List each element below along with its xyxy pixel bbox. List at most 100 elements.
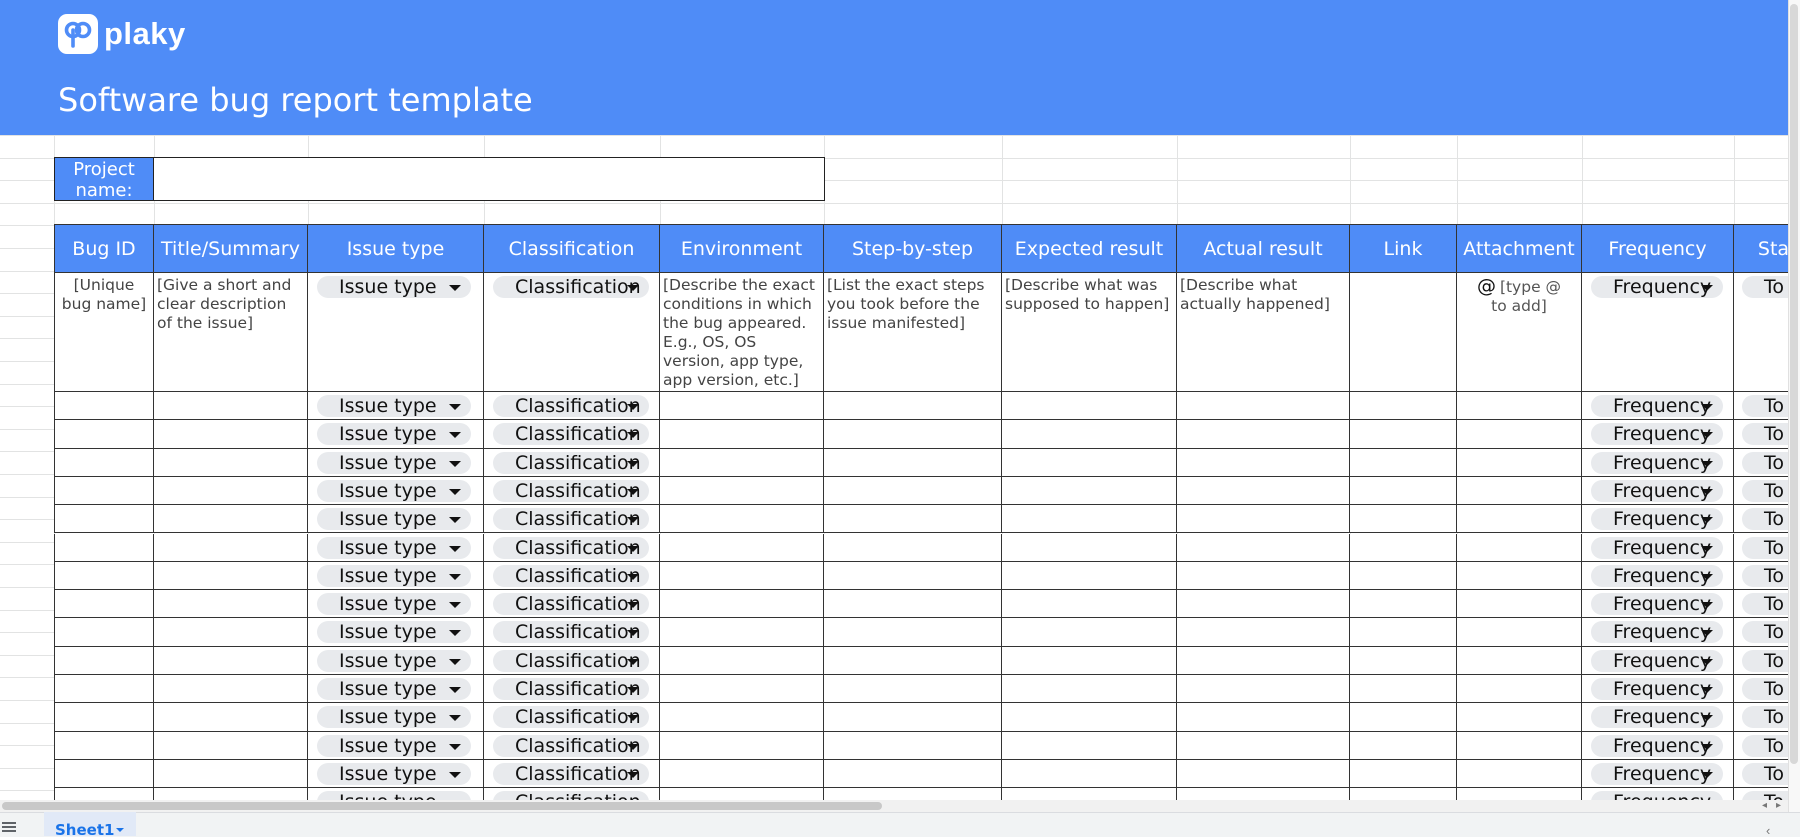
chevron-down-icon[interactable] (116, 828, 124, 832)
cell-link[interactable] (1350, 590, 1457, 619)
cell-step-by-step[interactable] (824, 703, 1002, 732)
dropdown-arrow-icon[interactable] (627, 715, 639, 722)
cell-step-by-step[interactable] (824, 646, 1002, 675)
dropdown-arrow-icon[interactable] (627, 285, 639, 291)
cell-title-summary[interactable] (154, 590, 308, 619)
dropdown-arrow-icon[interactable] (627, 404, 639, 410)
cell-status[interactable]: To d (1734, 505, 1788, 534)
issue-type-dropdown[interactable]: Issue type (317, 451, 471, 474)
cell-actual-result[interactable] (1177, 590, 1350, 619)
status-dropdown[interactable]: To d (1742, 706, 1788, 729)
cell-bug-id[interactable] (54, 618, 154, 647)
frequency-dropdown[interactable]: Frequency (1591, 508, 1723, 531)
dropdown-arrow-icon[interactable] (1701, 285, 1713, 291)
issue-type-dropdown[interactable]: Issue type (317, 536, 471, 559)
cell-link[interactable] (1350, 788, 1457, 800)
cell-status[interactable]: To d (1734, 788, 1788, 800)
dropdown-arrow-icon[interactable] (449, 771, 461, 778)
status-dropdown[interactable]: To d (1742, 423, 1788, 446)
dropdown-arrow-icon[interactable] (627, 743, 639, 750)
cell-environment[interactable] (660, 533, 824, 562)
frequency-dropdown[interactable]: Frequency (1591, 479, 1723, 502)
cell-link[interactable] (1350, 561, 1457, 591)
cell-step-by-step-example[interactable]: [List the exact steps you took before th… (824, 273, 1002, 392)
frequency-dropdown[interactable]: Frequency (1591, 276, 1723, 298)
frequency-dropdown[interactable]: Frequency (1591, 536, 1723, 559)
classification-dropdown[interactable]: Classification (493, 423, 649, 446)
cell-classification[interactable]: Classification (484, 731, 660, 760)
cell-expected-result[interactable] (1002, 675, 1177, 704)
scroll-right-icon[interactable]: ▸ (1776, 800, 1781, 811)
cell-actual-result[interactable] (1177, 476, 1350, 506)
cell-attachment[interactable] (1457, 590, 1582, 619)
cell-issue-type[interactable]: Issue type (308, 675, 484, 704)
frequency-dropdown[interactable]: Frequency (1591, 791, 1723, 800)
cell-classification[interactable]: Classification (484, 448, 660, 477)
cell-bug-id[interactable] (54, 590, 154, 619)
cell-issue-type-example[interactable]: Issue type (308, 273, 484, 392)
dropdown-arrow-icon[interactable] (449, 630, 461, 637)
status-dropdown[interactable]: To d (1742, 451, 1788, 474)
cell-bug-id[interactable] (54, 420, 154, 449)
cell-environment[interactable] (660, 590, 824, 619)
dropdown-arrow-icon[interactable] (449, 285, 461, 291)
cell-attachment[interactable] (1457, 788, 1582, 800)
cell-status[interactable]: To d (1734, 590, 1788, 619)
cell-expected-result-example[interactable]: [Describe what was supposed to happen] (1002, 273, 1177, 392)
status-dropdown[interactable]: To d (1742, 678, 1788, 700)
cell-environment[interactable] (660, 759, 824, 789)
cell-status[interactable]: To d (1734, 646, 1788, 675)
cell-attachment[interactable] (1457, 703, 1582, 732)
dropdown-arrow-icon[interactable] (449, 432, 461, 439)
cell-expected-result[interactable] (1002, 703, 1177, 732)
cell-link[interactable] (1350, 675, 1457, 704)
classification-dropdown[interactable]: Classification (493, 678, 649, 700)
cell-expected-result[interactable] (1002, 731, 1177, 760)
frequency-dropdown[interactable]: Frequency (1591, 451, 1723, 474)
cell-issue-type[interactable]: Issue type (308, 448, 484, 477)
dropdown-arrow-icon[interactable] (449, 404, 461, 410)
dropdown-arrow-icon[interactable] (449, 687, 461, 693)
cell-link[interactable] (1350, 646, 1457, 675)
cell-actual-result[interactable] (1177, 533, 1350, 562)
cell-environment[interactable] (660, 646, 824, 675)
cell-bug-id[interactable] (54, 448, 154, 477)
cell-classification[interactable]: Classification (484, 533, 660, 562)
cell-classification[interactable]: Classification (484, 505, 660, 534)
cell-environment-example[interactable]: [Describe the exact conditions in which … (660, 273, 824, 392)
cell-title-summary[interactable] (154, 392, 308, 421)
cell-status[interactable]: To d (1734, 476, 1788, 506)
cell-actual-result[interactable] (1177, 561, 1350, 591)
cell-attachment[interactable] (1457, 675, 1582, 704)
cell-frequency[interactable]: Frequency (1582, 675, 1734, 704)
cell-issue-type[interactable]: Issue type (308, 420, 484, 449)
cell-step-by-step[interactable] (824, 731, 1002, 760)
frequency-dropdown[interactable]: Frequency (1591, 593, 1723, 616)
cell-link[interactable] (1350, 392, 1457, 421)
cell-frequency[interactable]: Frequency (1582, 505, 1734, 534)
frequency-dropdown[interactable]: Frequency (1591, 395, 1723, 417)
dropdown-arrow-icon[interactable] (627, 602, 639, 609)
cell-step-by-step[interactable] (824, 788, 1002, 800)
cell-step-by-step[interactable] (824, 590, 1002, 619)
cell-bug-id[interactable] (54, 788, 154, 800)
cell-status[interactable]: To d (1734, 392, 1788, 421)
cell-bug-id[interactable] (54, 703, 154, 732)
issue-type-dropdown[interactable]: Issue type (317, 395, 471, 417)
status-dropdown[interactable]: To d (1742, 564, 1788, 587)
dropdown-arrow-icon[interactable] (449, 602, 461, 609)
classification-dropdown[interactable]: Classification (493, 593, 649, 616)
cell-bug-id[interactable] (54, 392, 154, 421)
status-dropdown[interactable]: To d (1742, 791, 1788, 800)
cell-link[interactable] (1350, 420, 1457, 449)
cell-environment[interactable] (660, 505, 824, 534)
frequency-dropdown[interactable]: Frequency (1591, 649, 1723, 672)
cell-attachment[interactable] (1457, 731, 1582, 760)
classification-dropdown[interactable]: Classification (493, 706, 649, 729)
classification-dropdown[interactable]: Classification (493, 564, 649, 587)
cell-frequency[interactable]: Frequency (1582, 731, 1734, 760)
cell-link[interactable] (1350, 448, 1457, 477)
dropdown-arrow-icon[interactable] (1701, 630, 1713, 637)
dropdown-arrow-icon[interactable] (1701, 715, 1713, 722)
cell-frequency[interactable]: Frequency (1582, 533, 1734, 562)
